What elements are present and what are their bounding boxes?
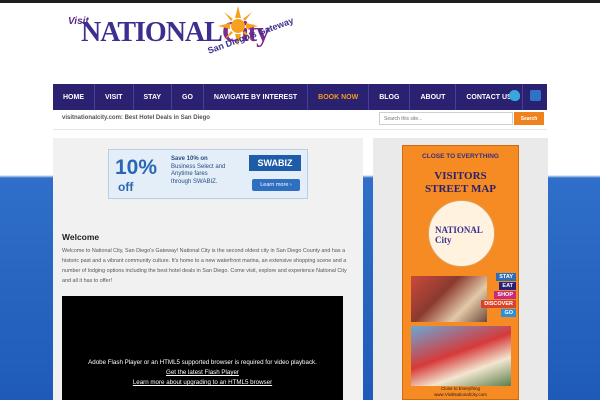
poster-footer: Close to Everything www.VisitNationalCit…	[403, 386, 518, 398]
poster-close-text: CLOSE TO EVERYTHING	[422, 153, 499, 160]
pool-photo	[411, 326, 511, 386]
search-input[interactable]	[379, 112, 513, 125]
site-header: Visit NATIONALCity San Diego's Gateway	[53, 3, 547, 84]
ad-percent: 10%	[115, 156, 158, 179]
video-message: Adobe Flash Player or an HTML5 supported…	[62, 358, 343, 388]
nav-item-navigate-by-interest[interactable]: Navigate by Interest	[204, 84, 309, 110]
poster-title-1: VISITORS	[434, 170, 487, 182]
ad-learn-more-button[interactable]: Learn more ›	[252, 179, 300, 191]
hotel-room-photo	[411, 276, 487, 322]
nav-item-go[interactable]: Go	[172, 84, 204, 110]
tag-shop: SHOP	[494, 291, 516, 299]
tag-go: GO	[501, 309, 516, 317]
swabiz-logo: SWABIZ	[249, 155, 301, 171]
site-logo[interactable]: Visit NATIONALCity San Diego's Gateway	[68, 6, 308, 76]
social-links	[509, 90, 541, 101]
logo-national: NATIONAL	[81, 17, 223, 48]
ad-copy: Save 10% on Business Select and Anytime …	[171, 156, 249, 186]
poster-logo: NATIONAL City	[428, 200, 495, 267]
poster-logo-text: NATIONAL City	[435, 225, 483, 245]
video-message-text: Adobe Flash Player or an HTML5 supported…	[88, 359, 317, 366]
poster-tags: STAY EAT SHOP DISCOVER GO	[481, 273, 516, 317]
welcome-heading: Welcome	[62, 232, 100, 242]
swabiz-ad-banner[interactable]: 10% off Save 10% on Business Select and …	[108, 149, 308, 199]
poster-title: VISITORS STREET MAP	[403, 170, 518, 196]
main-nav: Home Visit Stay Go Navigate by Interest …	[53, 84, 547, 110]
nav-item-about[interactable]: About	[410, 84, 457, 110]
ad-off: off	[118, 180, 134, 194]
sub-header: visitnationalcity.com: Best Hotel Deals …	[53, 110, 547, 130]
ad-line-2: Business Select and	[171, 163, 226, 170]
nav-item-blog[interactable]: Blog	[369, 84, 411, 110]
twitter-icon[interactable]	[509, 90, 520, 101]
nav-item-visit[interactable]: Visit	[95, 84, 134, 110]
nav-item-book-now[interactable]: Book Now	[308, 84, 370, 110]
get-flash-link[interactable]: Get the latest Flash Player	[62, 368, 343, 378]
upgrade-html5-link[interactable]: Learn more about upgrading to an HTML5 b…	[62, 378, 343, 388]
rss-icon[interactable]	[530, 90, 541, 101]
main-content: 10% off Save 10% on Business Select and …	[53, 138, 363, 400]
ad-line-4: through SWABIZ.	[171, 178, 218, 185]
poster-footer-2: www.VisitNationalCity.com	[434, 392, 487, 397]
poster-footer-1: Close to Everything	[440, 386, 481, 391]
video-player[interactable]: Adobe Flash Player or an HTML5 supported…	[62, 296, 343, 400]
welcome-paragraph: Welcome to National City, San Diego's Ga…	[62, 248, 347, 284]
visitors-street-map-poster[interactable]: CLOSE TO EVERYTHING VISITORS STREET MAP …	[402, 145, 519, 400]
tag-discover: DISCOVER	[481, 300, 516, 308]
tag-eat: EAT	[499, 282, 516, 290]
poster-title-2: STREET MAP	[424, 183, 496, 195]
site-tagline: visitnationalcity.com: Best Hotel Deals …	[62, 115, 210, 121]
ad-line-1: Save 10% on	[171, 156, 208, 162]
nav-item-stay[interactable]: Stay	[134, 84, 173, 110]
sidebar: CLOSE TO EVERYTHING VISITORS STREET MAP …	[373, 138, 548, 400]
nav-item-home[interactable]: Home	[53, 84, 95, 110]
search-button[interactable]: Search	[514, 112, 544, 125]
tag-stay: STAY	[496, 273, 516, 281]
ad-line-3: Anytime fares	[171, 171, 208, 177]
